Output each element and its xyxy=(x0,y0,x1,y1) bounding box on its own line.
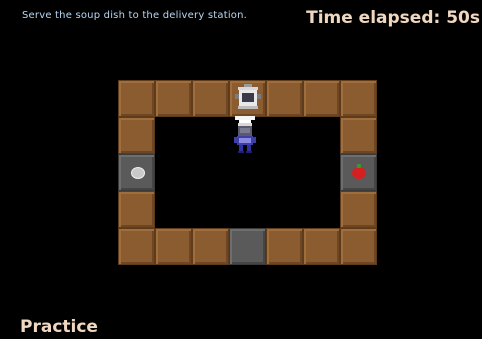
counter-tile xyxy=(266,228,303,265)
kitchen-grid xyxy=(118,80,380,268)
counter-tile xyxy=(192,80,229,117)
tomato-dispenser[interactable] xyxy=(340,154,377,191)
counter-tile xyxy=(118,117,155,154)
counter-tile xyxy=(155,228,192,265)
held-dish-icon xyxy=(238,123,252,126)
counter-tile xyxy=(155,80,192,117)
counter-tile xyxy=(118,80,155,117)
serving-station[interactable] xyxy=(229,228,266,265)
counter-tile xyxy=(340,228,377,265)
counter-tile xyxy=(192,228,229,265)
counter-tile xyxy=(340,80,377,117)
counter-tile xyxy=(340,191,377,228)
dish-icon xyxy=(131,167,145,179)
tomato-icon xyxy=(352,164,366,179)
mode-label: Practice xyxy=(20,317,98,337)
instruction-text: Serve the soup dish to the delivery stat… xyxy=(22,10,248,21)
counter-tile xyxy=(266,80,303,117)
counter-tile xyxy=(303,228,340,265)
pot-icon xyxy=(235,84,261,109)
chef-sprite xyxy=(234,116,256,153)
counter-tile xyxy=(118,191,155,228)
timer-text: Time elapsed: 50s xyxy=(306,8,480,28)
counter-tile xyxy=(303,80,340,117)
counter-tile xyxy=(340,117,377,154)
counter-tile xyxy=(118,228,155,265)
dish-dispenser[interactable] xyxy=(118,154,155,191)
pot-station[interactable] xyxy=(229,80,266,117)
